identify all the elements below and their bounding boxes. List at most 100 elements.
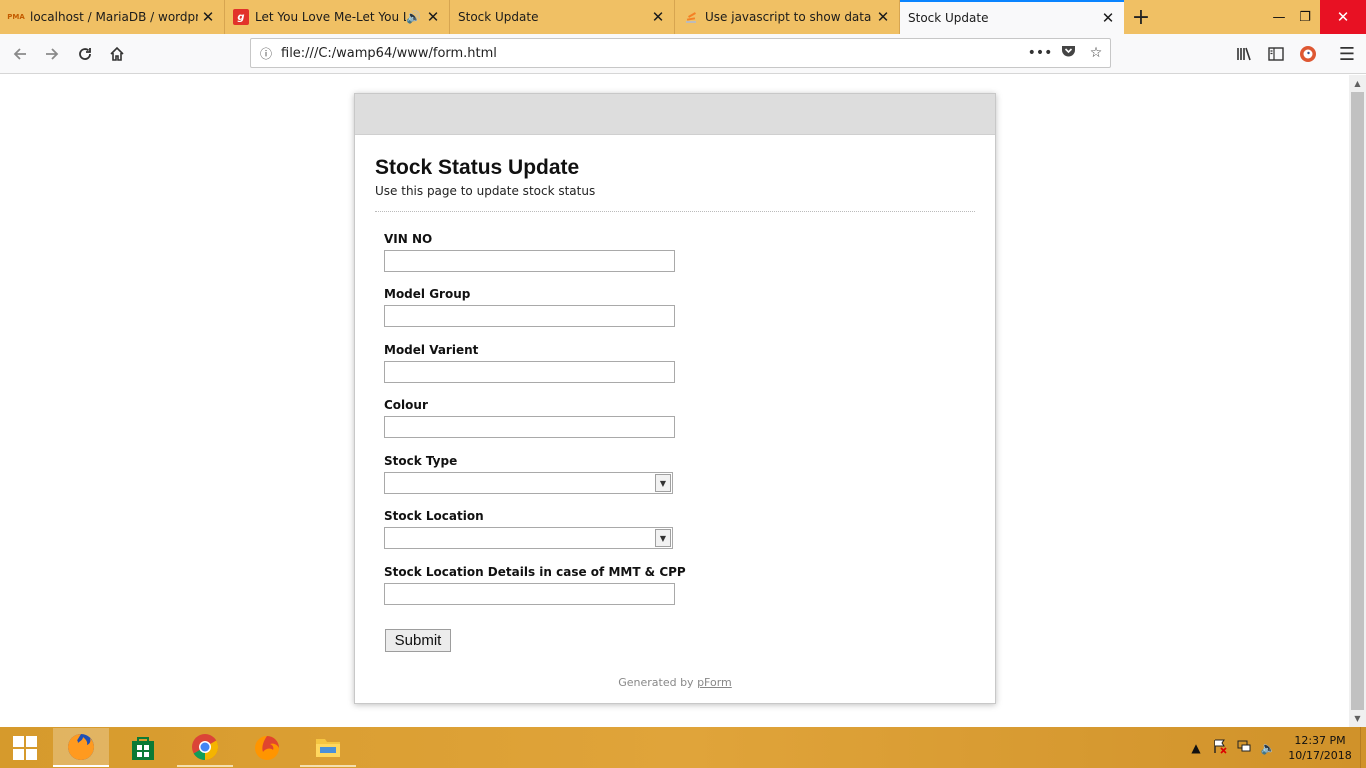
clock-date: 10/17/2018 [1288,748,1352,762]
stock-type-label: Stock Type [384,454,458,468]
navigation-bar: ⓘ file:///C:/wamp64/www/form.html ••• ☆ … [0,34,1366,74]
system-tray: ▲ 🔈 12:37 PM 10/17/2018 [1184,727,1366,768]
taskbar-firefox-dev[interactable] [239,728,295,767]
model-variant-input[interactable] [384,361,675,383]
clock-time: 12:37 PM [1294,733,1346,747]
form-description: Use this page to update stock status [375,184,596,198]
stock-location-label: Stock Location [384,509,484,523]
chevron-down-icon[interactable]: ▼ [655,529,671,547]
tab-stackoverflow[interactable]: Use javascript to show data fro ✕ [675,0,900,34]
taskbar: ▲ 🔈 12:37 PM 10/17/2018 [0,727,1366,768]
forward-arrow-icon [46,48,59,60]
duckduckgo-icon[interactable] [1294,40,1322,68]
vin-field-group: VIN NO [384,232,675,272]
clock[interactable]: 12:37 PM 10/17/2018 [1280,733,1360,763]
url-text[interactable]: file:///C:/wamp64/www/form.html [281,46,1026,61]
bookmark-star-icon[interactable]: ☆ [1082,45,1110,61]
stock-type-select[interactable]: ▼ [384,472,673,494]
scroll-down-icon[interactable]: ▼ [1349,710,1366,727]
colour-field-group: Colour [384,398,675,438]
location-details-field-group: Stock Location Details in case of MMT & … [384,565,686,605]
start-button[interactable] [0,727,50,768]
vertical-scrollbar[interactable]: ▲ ▼ [1349,75,1366,727]
stock-type-field-group: Stock Type ▼ [384,454,673,494]
taskbar-chrome[interactable] [177,728,233,767]
tab-phpmyadmin[interactable]: PMA localhost / MariaDB / wordpres ✕ [0,0,225,34]
chevron-down-icon[interactable]: ▼ [655,474,671,492]
genius-icon: g [233,9,249,25]
info-icon[interactable]: ⓘ [251,45,281,62]
scroll-up-icon[interactable]: ▲ [1349,75,1366,92]
back-arrow-icon [13,48,26,60]
close-icon[interactable]: ✕ [198,7,218,27]
library-icon[interactable] [1230,40,1258,68]
close-icon[interactable]: ✕ [873,7,893,27]
tab-title: Stock Update [458,10,539,24]
tab-stock-update-1[interactable]: Stock Update ✕ [450,0,675,34]
volume-icon[interactable]: 🔈 [1256,741,1280,755]
divider [375,211,975,212]
tab-title: Stock Update [908,11,989,25]
home-icon [110,46,124,61]
phpmyadmin-icon: PMA [7,13,25,21]
network-icon[interactable] [1232,738,1256,757]
model-variant-label: Model Varient [384,343,479,357]
reload-icon [79,48,91,60]
tab-stock-update-active[interactable]: Stock Update ✕ [900,0,1124,34]
show-hidden-icons-icon[interactable]: ▲ [1184,741,1208,755]
back-button[interactable] [6,40,34,68]
close-icon[interactable]: ✕ [648,7,668,27]
form-card: Stock Status Update Use this page to upd… [354,93,996,704]
show-desktop-button[interactable] [1360,727,1366,768]
folder-icon [316,738,340,757]
stackoverflow-icon [683,9,699,25]
tab-title: localhost / MariaDB / wordpres [30,10,198,24]
chrome-icon [192,733,219,760]
menu-icon[interactable]: ☰ [1333,40,1361,68]
taskbar-file-explorer[interactable] [300,728,356,767]
model-group-field-group: Model Group [384,287,675,327]
home-button[interactable] [103,40,131,68]
page-title: Stock Status Update [375,156,580,179]
colour-label: Colour [384,398,428,412]
close-window-button[interactable]: ✕ [1320,0,1366,34]
model-group-input[interactable] [384,305,675,327]
flag-icon[interactable] [1208,738,1232,757]
vin-input[interactable] [384,250,675,272]
pform-link[interactable]: pForm [697,676,732,689]
vin-label: VIN NO [384,232,433,246]
model-variant-field-group: Model Varient [384,343,675,383]
page-viewport: Stock Status Update Use this page to upd… [0,75,1349,727]
scroll-thumb[interactable] [1351,92,1364,710]
tab-music[interactable]: g Let You Love Me-Let You Lo 🔊 ✕ [225,0,450,34]
form-header-bar [355,94,995,135]
location-details-label: Stock Location Details in case of MMT & … [384,565,686,579]
more-actions-icon[interactable]: ••• [1026,45,1054,61]
reload-button[interactable] [71,40,99,68]
footer-prefix: Generated by [618,676,694,689]
close-icon[interactable]: ✕ [1098,8,1118,28]
new-tab-button[interactable]: + [1128,4,1154,30]
tab-title: Use javascript to show data fro [705,10,873,24]
generated-by-footer: Generated by pForm [355,676,995,689]
windows-logo-icon [13,735,37,760]
close-icon[interactable]: ✕ [423,7,443,27]
taskbar-store[interactable] [115,728,171,767]
firefox-developer-icon [255,735,279,760]
firefox-icon [68,733,94,760]
sidebar-toggle-icon[interactable] [1262,40,1290,68]
colour-input[interactable] [384,416,675,438]
url-bar[interactable]: ⓘ file:///C:/wamp64/www/form.html ••• ☆ [250,38,1111,68]
tab-title: Let You Love Me-Let You Lo [255,10,407,24]
forward-button[interactable] [38,40,66,68]
speaker-icon[interactable]: 🔊 [406,10,421,24]
tab-strip: PMA localhost / MariaDB / wordpres ✕ g L… [0,0,1366,34]
pocket-icon[interactable] [1054,44,1082,62]
submit-button[interactable]: Submit [385,629,451,652]
stock-location-select[interactable]: ▼ [384,527,673,549]
stock-location-field-group: Stock Location ▼ [384,509,673,549]
model-group-label: Model Group [384,287,471,301]
store-icon [132,736,154,760]
taskbar-firefox[interactable] [53,728,109,767]
location-details-input[interactable] [384,583,675,605]
